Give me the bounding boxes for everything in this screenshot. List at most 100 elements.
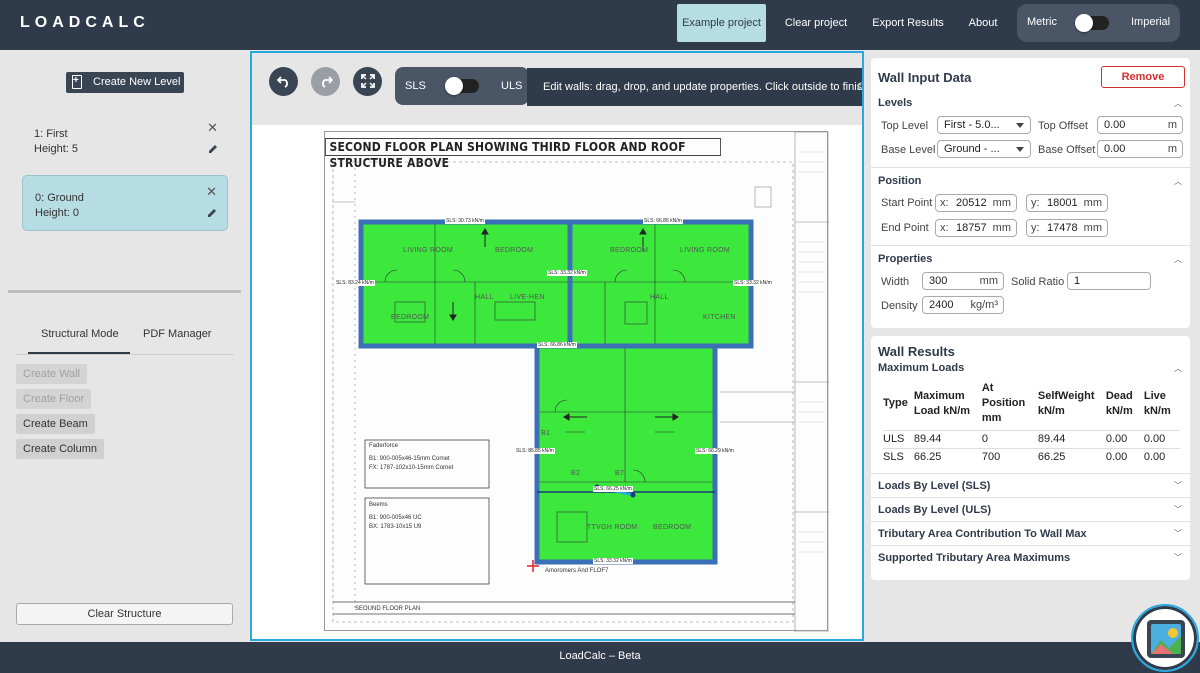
tab-bar-line bbox=[16, 354, 234, 355]
note-beams-title: Beems bbox=[369, 502, 388, 508]
room-label: HALL bbox=[650, 294, 669, 301]
create-floor-button[interactable]: Create Floor bbox=[16, 389, 92, 409]
load-case-toggle[interactable]: SLS ULS bbox=[395, 67, 529, 105]
loads-by-level-sls-section[interactable]: Loads By Level (SLS) ﹀ bbox=[871, 473, 1190, 497]
section-divider bbox=[871, 245, 1190, 246]
end-point-label: End Point bbox=[881, 222, 929, 234]
edit-pencil-icon[interactable] bbox=[208, 144, 218, 154]
start-x-input[interactable]: x: 20512 mm bbox=[935, 194, 1017, 212]
assistant-avatar-button[interactable] bbox=[1131, 604, 1199, 672]
tooltip-tail: C bbox=[857, 68, 862, 106]
loads-by-level-uls-section[interactable]: Loads By Level (ULS) ﹀ bbox=[871, 497, 1190, 521]
level-name: 1: First bbox=[34, 128, 68, 140]
nav-about[interactable]: About bbox=[962, 4, 1004, 42]
load-case-switch[interactable] bbox=[445, 77, 479, 95]
wall-load-label: SLS: 83.24 kN/m bbox=[335, 280, 375, 286]
fit-view-button[interactable] bbox=[353, 67, 382, 96]
create-beam-button[interactable]: Create Beam bbox=[16, 414, 95, 434]
redo-button[interactable] bbox=[311, 67, 340, 96]
room-label: LIVE-HEN bbox=[510, 294, 545, 301]
chevron-up-icon[interactable]: ︿ bbox=[1174, 254, 1182, 265]
clear-structure-button[interactable]: Clear Structure bbox=[16, 603, 233, 625]
close-icon[interactable]: ✕ bbox=[207, 120, 218, 136]
cell: 0.00 bbox=[1105, 429, 1144, 448]
base-offset-label: Base Offset bbox=[1038, 144, 1096, 156]
wall-end-handle[interactable] bbox=[630, 492, 636, 498]
nav-example-project[interactable]: Example project bbox=[677, 4, 766, 42]
end-y-value: 17478 bbox=[1047, 222, 1078, 234]
unit-label: m bbox=[1167, 143, 1177, 155]
density-input[interactable]: 2400 kg/m³ bbox=[922, 296, 1004, 314]
end-x-input[interactable]: x: 18757 mm bbox=[935, 219, 1017, 237]
solid-ratio-label: Solid Ratio bbox=[1011, 276, 1065, 288]
base-level-select[interactable]: Ground - ... bbox=[937, 140, 1031, 158]
dropdown-arrow-icon bbox=[1016, 123, 1024, 128]
create-column-button[interactable]: Create Column bbox=[16, 439, 104, 459]
note-beams-line: B1: 900-005x46 UC bbox=[369, 515, 422, 521]
solid-ratio-input[interactable]: 1 bbox=[1067, 272, 1151, 290]
top-level-value: First - 5.0... bbox=[944, 119, 1000, 131]
width-input[interactable]: 300 mm bbox=[922, 272, 1004, 290]
room-label: KITCHEN bbox=[703, 314, 736, 321]
chevron-down-icon: ﹀ bbox=[1174, 553, 1182, 562]
room-label: B1 bbox=[541, 430, 551, 437]
chevron-up-icon[interactable]: ︿ bbox=[1174, 176, 1182, 187]
unit-toggle[interactable]: Metric Imperial bbox=[1017, 4, 1180, 42]
density-label: Density bbox=[881, 300, 918, 312]
drawing-canvas[interactable]: SLS ULS Edit walls: drag, drop, and upda… bbox=[250, 51, 864, 641]
wall-input-card: Wall Input Data Remove Levels ︿ Top Leve… bbox=[871, 58, 1190, 328]
level-card-first[interactable]: 1: First Height: 5 ✕ bbox=[22, 112, 228, 168]
dropdown-arrow-icon bbox=[1016, 147, 1024, 152]
assistant-avatar-icon bbox=[1147, 620, 1185, 658]
app-footer: LoadCalc – Beta bbox=[0, 642, 1200, 673]
note-fader-line: B1: 900-005x46-15mm Cornet bbox=[369, 456, 450, 462]
close-icon[interactable]: ✕ bbox=[206, 184, 217, 200]
room-label: BEDROOM bbox=[391, 314, 430, 321]
chevron-down-icon: ﹀ bbox=[1174, 529, 1182, 538]
unit-label: mm bbox=[1083, 197, 1102, 209]
cell: 0.00 bbox=[1143, 429, 1180, 448]
unit-switch[interactable] bbox=[1075, 14, 1109, 32]
base-level-label: Base Level bbox=[881, 144, 936, 156]
switch-knob bbox=[1075, 14, 1093, 32]
app-logo: LOADCALC bbox=[20, 14, 150, 31]
active-tab-indicator bbox=[28, 352, 130, 354]
remove-wall-button[interactable]: Remove bbox=[1101, 66, 1185, 88]
cell: 0.00 bbox=[1105, 447, 1144, 466]
level-height: Height: 5 bbox=[34, 143, 79, 155]
start-y-input[interactable]: y: 18001 mm bbox=[1026, 194, 1108, 212]
top-level-select[interactable]: First - 5.0... bbox=[937, 116, 1031, 134]
top-offset-input[interactable]: 0.00 m bbox=[1097, 116, 1183, 134]
end-y-input[interactable]: y: 17478 mm bbox=[1026, 219, 1108, 237]
supported-tributary-section[interactable]: Supported Tributary Area Maximums ﹀ bbox=[871, 545, 1190, 569]
wall-load-label: SLS: 66.29 kN/m bbox=[695, 448, 735, 454]
width-value: 300 bbox=[929, 275, 948, 287]
create-wall-button[interactable]: Create Wall bbox=[16, 364, 88, 384]
chevron-up-icon[interactable]: ︿ bbox=[1174, 363, 1182, 374]
add-file-icon bbox=[72, 75, 82, 89]
chevron-up-icon[interactable]: ︿ bbox=[1174, 98, 1182, 109]
nav-clear-project[interactable]: Clear project bbox=[778, 4, 854, 42]
cell: 89.44 bbox=[1037, 429, 1106, 448]
wall-load-label: SLS: 66.25 kN/m bbox=[593, 486, 633, 492]
undo-button[interactable] bbox=[269, 67, 298, 96]
table-row: SLS 66.25 700 66.25 0.00 0.00 bbox=[883, 447, 1180, 466]
create-new-level-button[interactable]: Create New Level bbox=[66, 72, 184, 93]
wall-input-title: Wall Input Data bbox=[878, 70, 972, 85]
tab-structural-mode[interactable]: Structural Mode bbox=[41, 328, 119, 340]
cell: 700 bbox=[981, 447, 1038, 466]
base-offset-input[interactable]: 0.00 m bbox=[1097, 140, 1183, 158]
switch-knob bbox=[445, 77, 463, 95]
room-label: B2 bbox=[571, 470, 581, 477]
section-title: Loads By Level (SLS) bbox=[878, 480, 991, 492]
undo-icon bbox=[276, 76, 288, 88]
uls-label: ULS bbox=[501, 80, 523, 92]
nav-export-results[interactable]: Export Results bbox=[866, 4, 950, 42]
room-label: BEDROOM bbox=[653, 524, 692, 531]
level-card-ground[interactable]: 0: Ground Height: 0 ✕ bbox=[22, 175, 228, 231]
tributary-contribution-section[interactable]: Tributary Area Contribution To Wall Max ﹀ bbox=[871, 521, 1190, 545]
tab-pdf-manager[interactable]: PDF Manager bbox=[143, 328, 211, 340]
wall-load-label: SLS: 33.32 kN/m bbox=[547, 270, 587, 276]
edit-pencil-icon[interactable] bbox=[207, 208, 217, 218]
tooltip-text: Edit walls: drag, drop, and update prope… bbox=[543, 81, 864, 93]
